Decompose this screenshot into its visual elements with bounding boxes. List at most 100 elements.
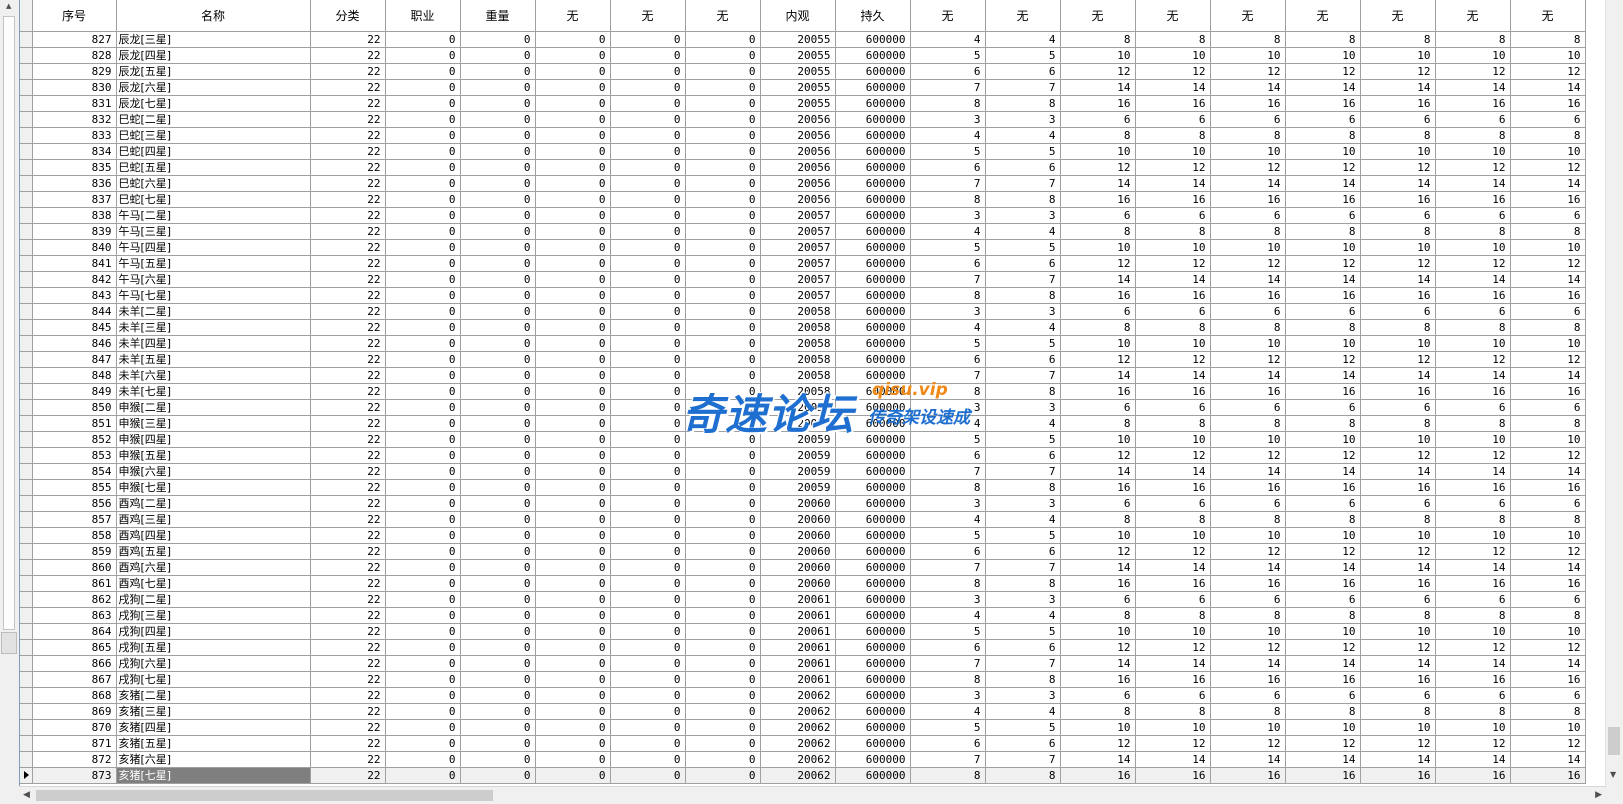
grid-cell[interactable]: 600000 [835, 175, 911, 192]
grid-cell[interactable]: 10 [1060, 47, 1136, 64]
grid-cell[interactable]: 0 [535, 415, 611, 432]
grid-cell[interactable]: 0 [460, 575, 536, 592]
grid-cell[interactable]: 8 [1060, 703, 1136, 720]
grid-cell[interactable]: 20061 [760, 671, 836, 688]
grid-cell[interactable]: 12 [1135, 447, 1211, 464]
row-selector[interactable] [20, 415, 33, 432]
grid-cell[interactable]: 20060 [760, 527, 836, 544]
grid-cell[interactable]: 7 [910, 79, 986, 96]
grid-cell[interactable]: 4 [985, 415, 1061, 432]
grid-cell[interactable]: 0 [385, 383, 461, 400]
grid-cell[interactable]: 22 [310, 671, 386, 688]
grid-cell[interactable]: 8 [1360, 607, 1436, 624]
grid-cell[interactable]: 0 [460, 639, 536, 656]
grid-cell[interactable]: 8 [985, 95, 1061, 112]
grid-cell[interactable]: 0 [385, 31, 461, 48]
grid-cell[interactable]: 16 [1210, 671, 1286, 688]
grid-cell[interactable]: 0 [685, 591, 761, 608]
row-selector[interactable] [20, 623, 33, 640]
grid-cell[interactable]: 10 [1135, 47, 1211, 64]
grid-cell[interactable]: 0 [460, 607, 536, 624]
grid-cell[interactable]: 8 [1060, 607, 1136, 624]
grid-cell[interactable]: 0 [460, 751, 536, 768]
grid-cell[interactable]: 0 [385, 287, 461, 304]
grid-cell[interactable]: 0 [685, 271, 761, 288]
grid-cell[interactable]: 0 [460, 143, 536, 160]
grid-cell[interactable]: 16 [1135, 287, 1211, 304]
grid-cell[interactable]: 8 [1210, 703, 1286, 720]
grid-cell[interactable]: 22 [310, 527, 386, 544]
left-panel-splitter[interactable] [1, 632, 17, 654]
grid-cell[interactable]: 16 [1210, 95, 1286, 112]
grid-cell[interactable]: 10 [1360, 47, 1436, 64]
grid-cell[interactable]: 14 [1360, 463, 1436, 480]
grid-cell[interactable]: 10 [1135, 335, 1211, 352]
grid-cell[interactable]: 16 [1360, 479, 1436, 496]
grid-cell[interactable]: 600000 [835, 255, 911, 272]
grid-cell[interactable]: 0 [685, 687, 761, 704]
grid-cell[interactable]: 14 [1135, 271, 1211, 288]
grid-cell[interactable]: 22 [310, 351, 386, 368]
grid-cell[interactable]: 辰龙[七星] [116, 95, 311, 112]
grid-cell[interactable]: 6 [1510, 111, 1586, 128]
grid-cell[interactable]: 600000 [835, 623, 911, 640]
grid-cell[interactable]: 0 [385, 271, 461, 288]
grid-cell[interactable]: 14 [1435, 655, 1511, 672]
grid-cell[interactable]: 12 [1285, 543, 1361, 560]
grid-cell[interactable]: 16 [1510, 479, 1586, 496]
grid-cell[interactable]: 600000 [835, 239, 911, 256]
vertical-scroll-thumb[interactable] [1608, 727, 1620, 755]
grid-cell[interactable]: 0 [610, 351, 686, 368]
grid-cell[interactable]: 863 [32, 607, 117, 624]
grid-cell[interactable]: 5 [910, 239, 986, 256]
grid-cell[interactable]: 22 [310, 367, 386, 384]
grid-cell[interactable]: 0 [610, 63, 686, 80]
grid-cell[interactable]: 22 [310, 383, 386, 400]
column-header-4[interactable]: 重量 [460, 0, 536, 32]
grid-cell[interactable]: 10 [1435, 431, 1511, 448]
row-selector[interactable] [20, 239, 33, 256]
grid-cell[interactable]: 12 [1060, 159, 1136, 176]
grid-cell[interactable]: 6 [1210, 207, 1286, 224]
grid-cell[interactable]: 巳蛇[三星] [116, 127, 311, 144]
grid-cell[interactable]: 10 [1060, 431, 1136, 448]
grid-cell[interactable]: 0 [460, 559, 536, 576]
grid-cell[interactable]: 869 [32, 703, 117, 720]
grid-cell[interactable]: 10 [1135, 431, 1211, 448]
grid-cell[interactable]: 4 [910, 511, 986, 528]
grid-cell[interactable]: 14 [1135, 79, 1211, 96]
grid-cell[interactable]: 0 [385, 335, 461, 352]
grid-cell[interactable]: 22 [310, 687, 386, 704]
grid-cell[interactable]: 12 [1435, 543, 1511, 560]
grid-cell[interactable]: 20056 [760, 191, 836, 208]
grid-cell[interactable]: 6 [1435, 495, 1511, 512]
grid-cell[interactable]: 20061 [760, 607, 836, 624]
grid-cell[interactable]: 10 [1435, 143, 1511, 160]
grid-cell[interactable]: 16 [1510, 767, 1586, 784]
grid-cell[interactable]: 0 [685, 639, 761, 656]
grid-cell[interactable]: 5 [910, 335, 986, 352]
grid-cell[interactable]: 22 [310, 335, 386, 352]
grid-cell[interactable]: 862 [32, 591, 117, 608]
grid-cell[interactable]: 0 [535, 159, 611, 176]
grid-cell[interactable]: 20056 [760, 175, 836, 192]
grid-cell[interactable]: 6 [1210, 687, 1286, 704]
grid-cell[interactable]: 0 [685, 47, 761, 64]
table-row[interactable]: 850 申猴[二星] 22 0 0 0 0 0 20059 600000 3 3 6 6 6 6 6 6 6 [20, 399, 1586, 416]
grid-cell[interactable]: 8 [1285, 415, 1361, 432]
grid-cell[interactable]: 6 [985, 159, 1061, 176]
grid-cell[interactable]: 20057 [760, 271, 836, 288]
grid-cell[interactable]: 午马[四星] [116, 239, 311, 256]
grid-cell[interactable]: 16 [1510, 383, 1586, 400]
grid-cell[interactable]: 20055 [760, 95, 836, 112]
grid-cell[interactable]: 0 [535, 495, 611, 512]
grid-cell[interactable]: 4 [910, 703, 986, 720]
grid-cell[interactable]: 16 [1060, 671, 1136, 688]
grid-cell[interactable]: 0 [685, 159, 761, 176]
grid-cell[interactable]: 20058 [760, 319, 836, 336]
table-row[interactable]: 843 午马[七星] 22 0 0 0 0 0 20057 600000 8 8 16 16 16 16 16 1… [20, 287, 1586, 304]
grid-cell[interactable]: 巳蛇[二星] [116, 111, 311, 128]
grid-cell[interactable]: 14 [1510, 367, 1586, 384]
grid-cell[interactable]: 22 [310, 639, 386, 656]
data-grid[interactable]: 序号 名称 分类 职业 重量无无无内观 持久无无无无无无无无无 827 辰龙[三星] 22 0 0… [19, 0, 1623, 804]
